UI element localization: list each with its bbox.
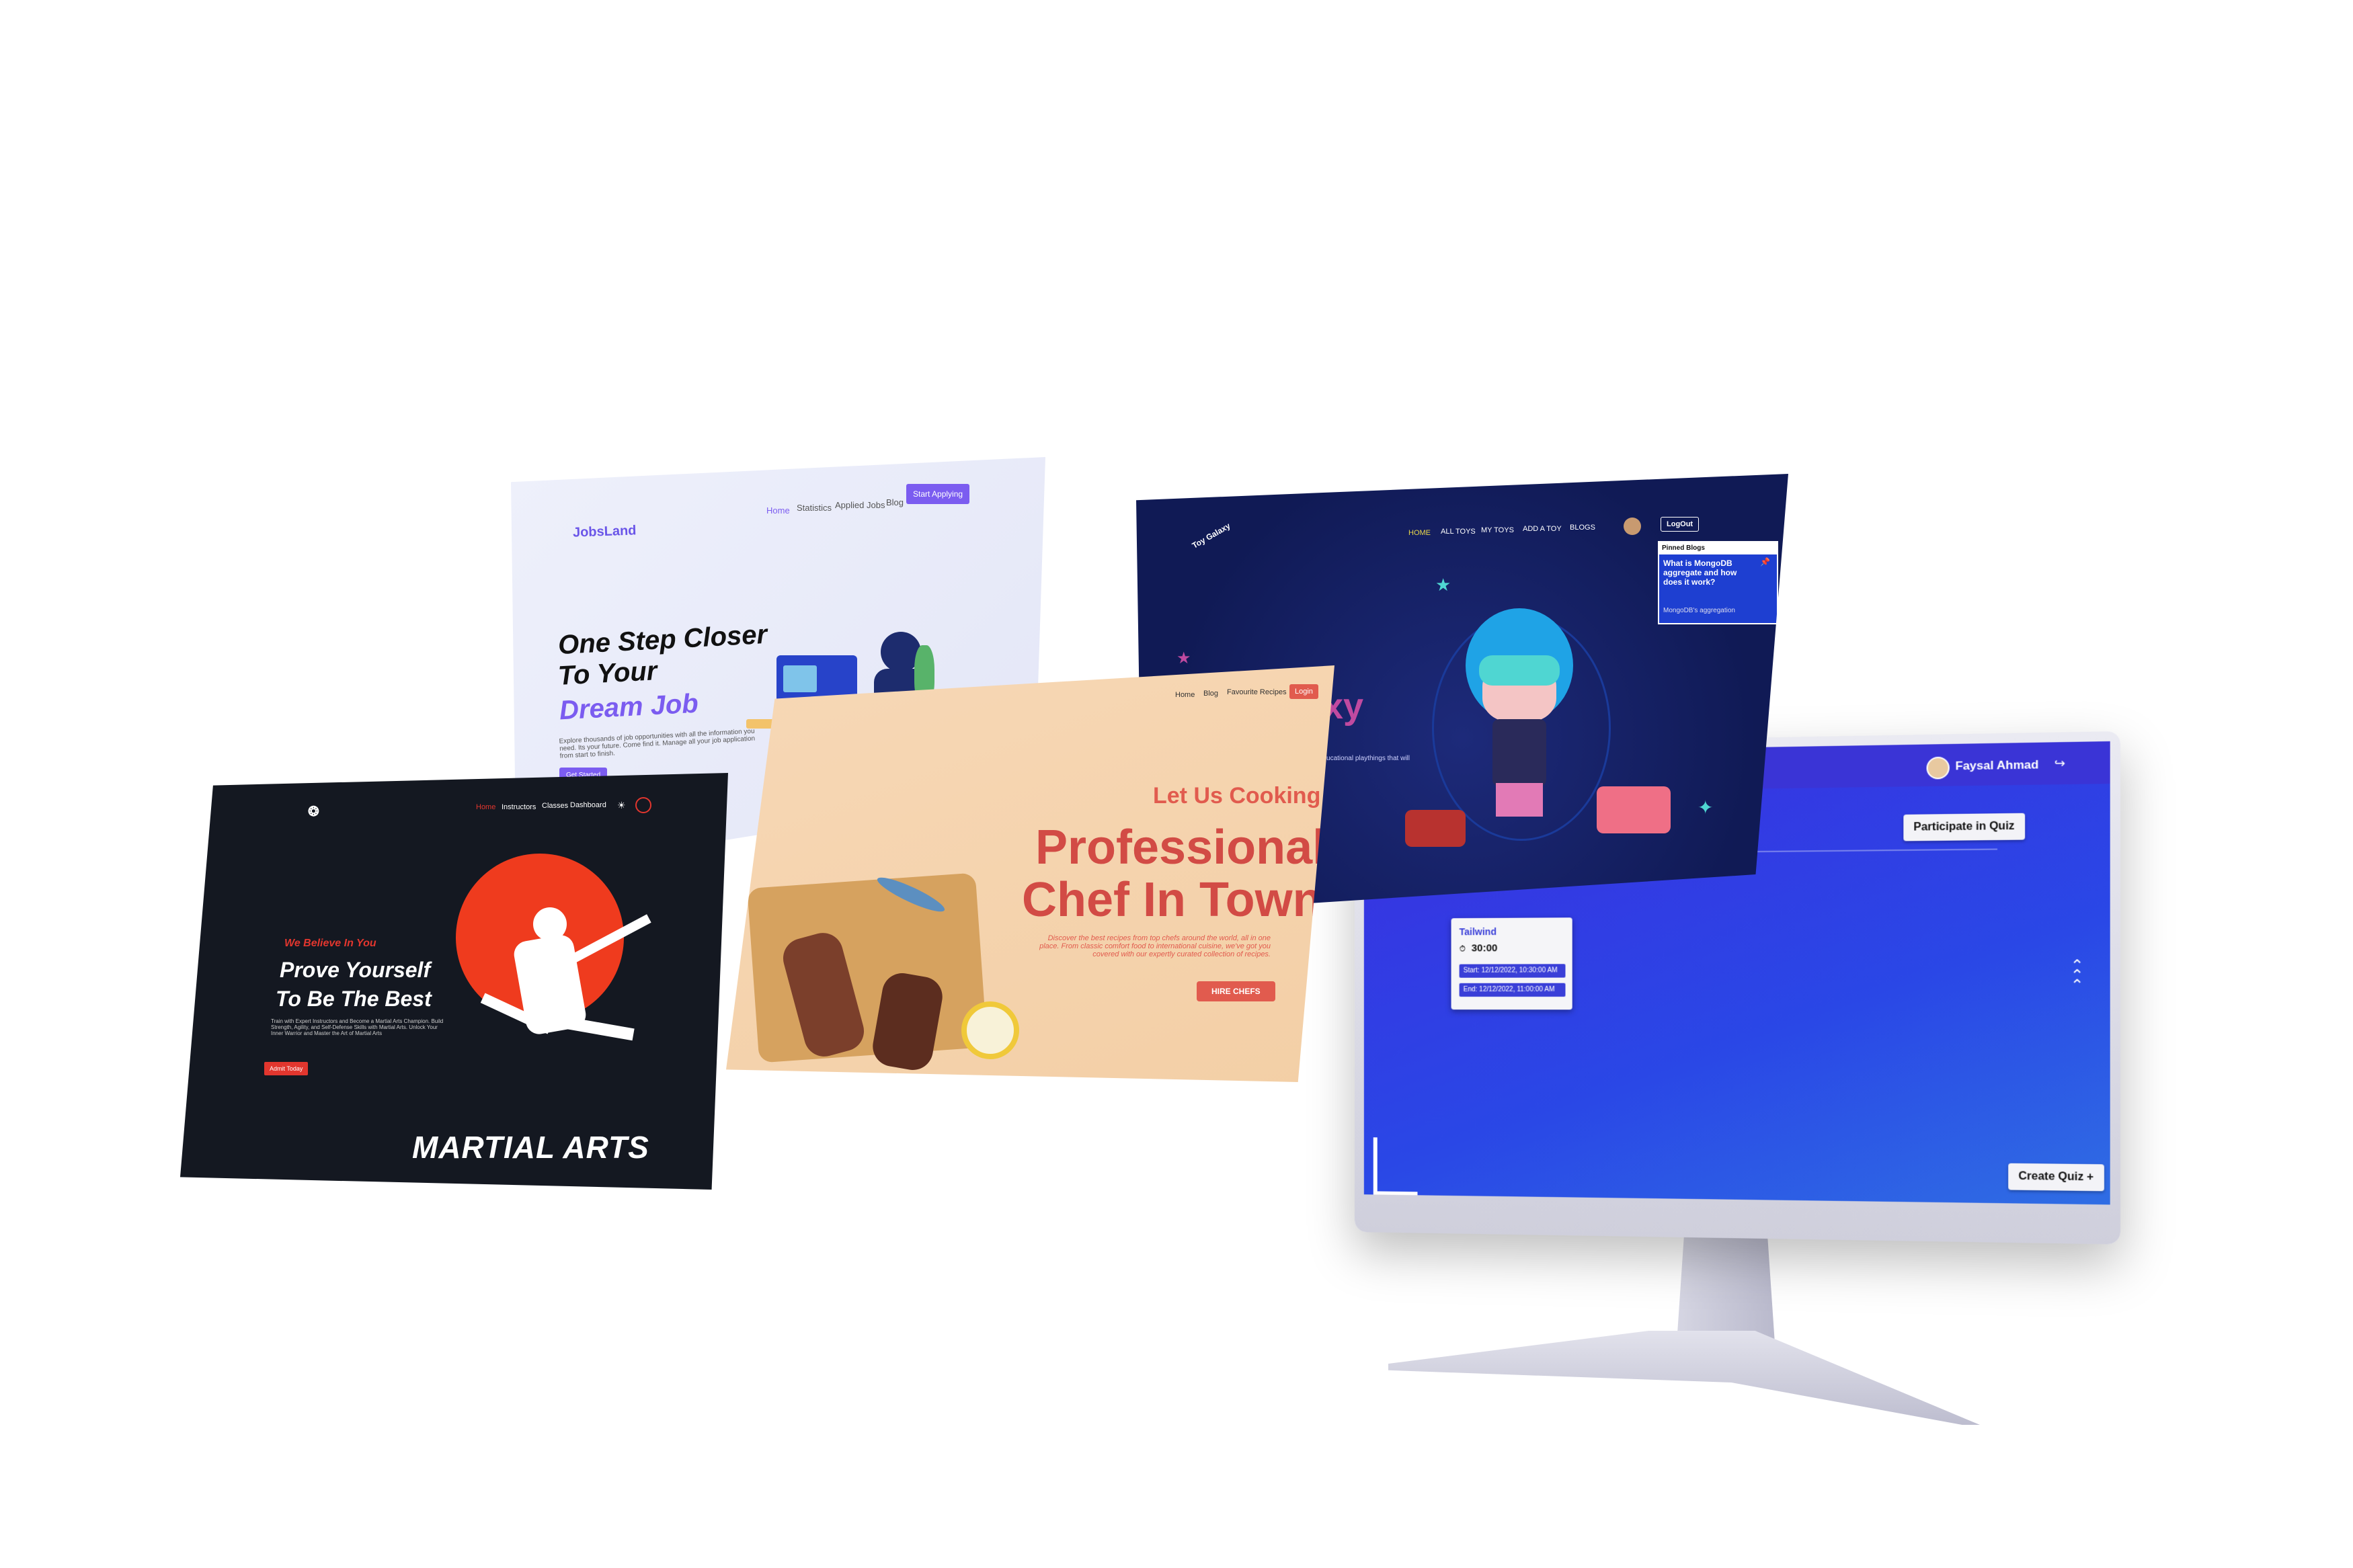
quiz-card-time: 30:00	[1471, 942, 1498, 954]
user-avatar[interactable]	[1624, 518, 1641, 535]
admit-today-button[interactable]: Admit Today	[264, 1062, 309, 1075]
quiz-card[interactable]: Tailwind ⏱ 30:00 Start: 12/12/2022, 10:3…	[1451, 917, 1572, 1010]
toy-car-red	[1405, 810, 1466, 847]
hire-chefs-button[interactable]: HIRE CHEFS	[1197, 981, 1275, 1001]
nav-home[interactable]: Home	[476, 803, 495, 811]
jobs-headline-accent: Dream Job	[558, 688, 699, 726]
chef-tagline: Let Us Cooking	[1153, 783, 1321, 809]
login-button[interactable]: Login	[1289, 684, 1318, 699]
chef-headline-2: Chef In Town	[1022, 873, 1322, 927]
nav-add-a-toy[interactable]: ADD A TOY	[1523, 525, 1562, 533]
nav-home[interactable]: HOME	[1408, 529, 1431, 537]
user-avatar[interactable]	[635, 797, 651, 813]
toy-galaxy-logo[interactable]: Toy Galaxy	[1191, 521, 1232, 550]
quiz-card-title: Tailwind	[1459, 925, 1497, 938]
nav-blog[interactable]: Blog	[1203, 690, 1218, 698]
martial-description: Train with Expert Instructors and Become…	[271, 1018, 444, 1036]
toy-truck-pink	[1597, 786, 1671, 833]
scroll-up-icon[interactable]: ⌃ ⌃ ⌃	[2071, 956, 2084, 994]
quiz-logo-icon	[1373, 1137, 1418, 1196]
nav-home[interactable]: Home	[766, 505, 790, 515]
chef-headline-1: Professional	[1035, 821, 1326, 874]
monitor-stand-base	[1388, 1331, 1980, 1425]
martial-headline-1: Prove Yourself	[280, 958, 431, 982]
pin-icon: 📌	[1760, 557, 1770, 567]
nav-classes[interactable]: Classes	[542, 802, 568, 810]
user-name: Faysal Ahmad	[1955, 757, 2039, 773]
timer-icon: ⏱	[1459, 944, 1466, 954]
star-icon: ✦	[1698, 797, 1714, 818]
nav-favourite-recipes[interactable]: Favourite Recipes	[1227, 688, 1287, 696]
jobsland-logo[interactable]: JobsLand	[573, 523, 637, 540]
pinned-question[interactable]: What is MongoDB aggregate and how does i…	[1663, 559, 1757, 587]
jobs-headline-1: One Step Closer	[557, 619, 768, 661]
martial-fighter-illustration	[479, 907, 654, 1082]
quiz-end-time: End: 12/12/2022, 11:00:00 AM	[1459, 983, 1566, 997]
jobs-headline-2: To Your	[557, 656, 658, 691]
star-icon: ★	[1176, 649, 1191, 667]
martial-headline-2: To Be The Best	[276, 987, 432, 1011]
quiz-start-time: Start: 12/12/2022, 10:30:00 AM	[1459, 964, 1566, 978]
martial-arts-screen: ❂ Home Instructors Classes Dashboard ☀ W…	[180, 773, 728, 1190]
nav-all-toys[interactable]: ALL TOYS	[1441, 528, 1476, 536]
start-applying-button[interactable]: Start Applying	[906, 484, 970, 504]
nav-home[interactable]: Home	[1175, 691, 1195, 699]
pinned-blogs-panel: Pinned Blogs 📌 What is MongoDB aggregate…	[1658, 541, 1778, 624]
nav-statistics[interactable]: Statistics	[797, 503, 832, 513]
logout-icon[interactable]: ↪	[2055, 756, 2065, 771]
martial-arts-logo-text: MARTIAL ARTS	[412, 1130, 649, 1165]
lemon-illustration	[961, 1001, 1019, 1059]
nav-my-toys[interactable]: MY TOYS	[1481, 526, 1514, 534]
nav-applied-jobs[interactable]: Applied Jobs	[835, 500, 885, 510]
martial-logo-icon[interactable]: ❂	[308, 803, 319, 820]
participate-quiz-button[interactable]: Participate in Quiz	[1903, 813, 2025, 841]
user-avatar[interactable]	[1926, 756, 1950, 780]
logout-button[interactable]: LogOut	[1661, 517, 1700, 532]
nav-dashboard[interactable]: Dashboard	[570, 801, 606, 809]
nav-blog[interactable]: Blog	[886, 497, 904, 507]
nav-blogs[interactable]: BLOGS	[1570, 524, 1595, 532]
chef-screen: Home Blog Favourite Recipes Login Let Us…	[726, 665, 1334, 1082]
nav-instructors[interactable]: Instructors	[502, 803, 536, 811]
jobs-description: Explore thousands of job opportunities w…	[559, 727, 756, 760]
martial-tagline: We Believe In You	[284, 938, 376, 949]
create-quiz-button[interactable]: Create Quiz +	[2008, 1163, 2104, 1192]
pinned-snippet: MongoDB's aggregation	[1663, 607, 1735, 614]
star-icon: ★	[1435, 575, 1451, 595]
theme-toggle-icon[interactable]: ☀	[617, 800, 626, 811]
chef-description: Discover the best recipes from top chefs…	[1039, 934, 1271, 958]
pinned-blogs-header: Pinned Blogs	[1659, 542, 1777, 554]
cutting-board-illustration	[747, 872, 988, 1063]
